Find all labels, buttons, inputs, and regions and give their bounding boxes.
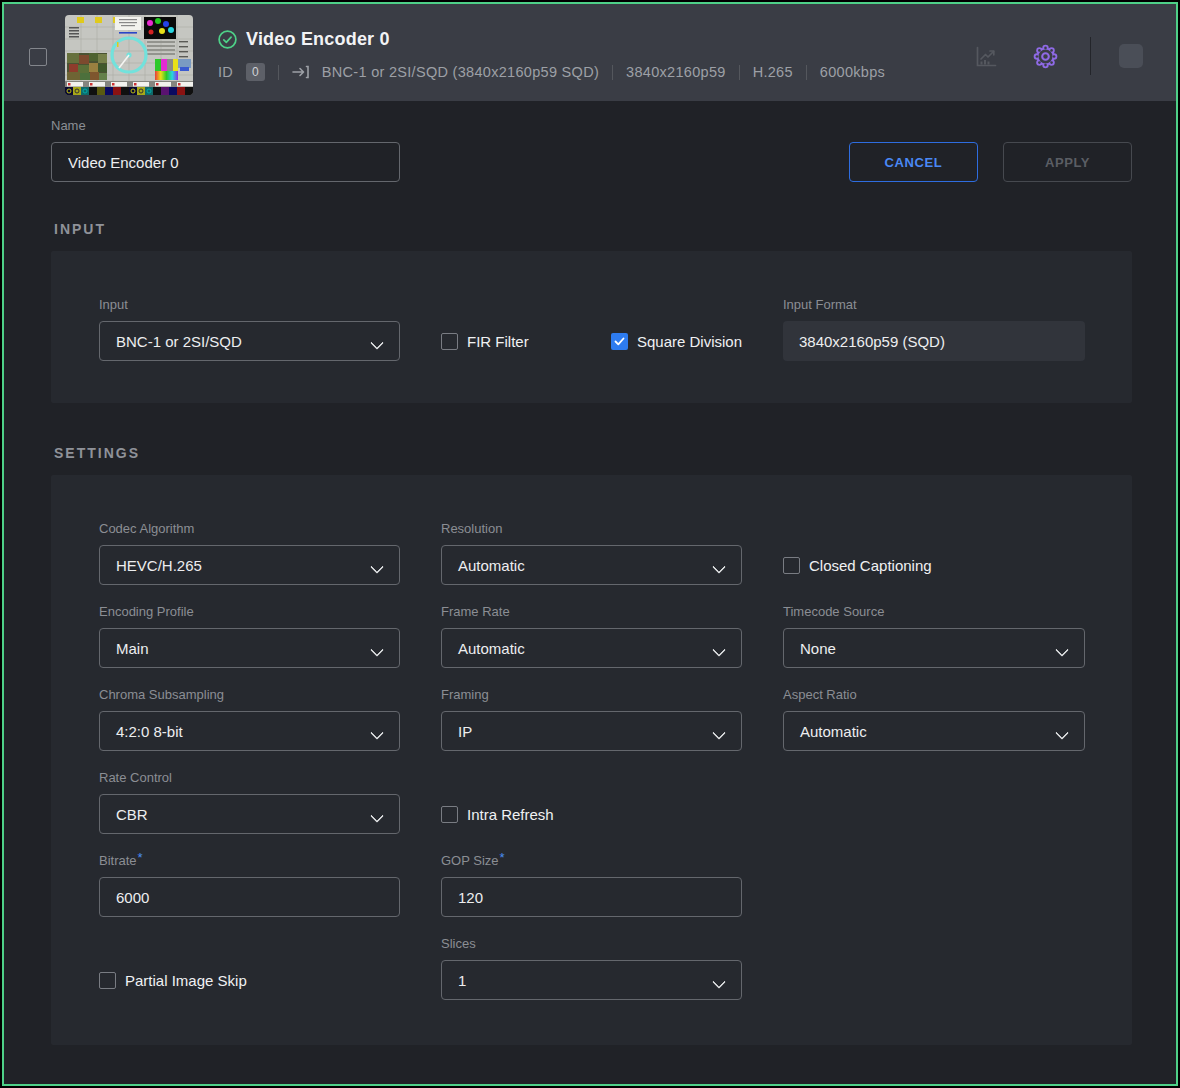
encoder-title: Video Encoder 0 (246, 29, 390, 50)
frame-rate-select[interactable]: Automatic (441, 628, 742, 668)
select-encoder-checkbox[interactable] (29, 48, 47, 66)
chevron-down-icon (713, 727, 725, 737)
encoder-card: Video Encoder 0 ID 0 BNC-1 or 2SI/SQD (3… (2, 2, 1178, 1086)
header-divider (1090, 37, 1091, 75)
id-label: ID (218, 64, 233, 80)
input-arrow-icon (292, 65, 309, 79)
preview-thumbnail (65, 15, 193, 95)
separator (278, 65, 279, 80)
meta-resolution: 3840x2160p59 (626, 64, 726, 80)
partial-image-skip-checkbox[interactable] (99, 972, 116, 989)
partial-image-skip-checkbox-row[interactable]: Partial Image Skip (99, 960, 400, 1000)
required-asterisk: * (138, 850, 143, 865)
separator (739, 65, 740, 80)
input-section-heading: INPUT (54, 221, 1129, 237)
framing-label: Framing (441, 688, 742, 702)
chroma-subsampling-select[interactable]: 4:2:0 8-bit (99, 711, 400, 751)
settings-gear-icon[interactable] (1032, 43, 1059, 70)
cancel-button[interactable]: CANCEL (849, 142, 978, 182)
separator (806, 65, 807, 80)
bitrate-input[interactable] (99, 877, 400, 917)
input-label: Input (99, 298, 400, 312)
fir-filter-checkbox[interactable] (441, 333, 458, 350)
chevron-down-icon (371, 727, 383, 737)
closed-captioning-checkbox[interactable] (783, 557, 800, 574)
settings-section-heading: SETTINGS (54, 445, 1129, 461)
intra-refresh-checkbox-row[interactable]: Intra Refresh (441, 794, 742, 834)
drag-handle[interactable] (1119, 44, 1143, 68)
input-select[interactable]: BNC-1 or 2SI/SQD (99, 321, 400, 361)
chevron-down-icon (371, 337, 383, 347)
meta-codec: H.265 (753, 64, 793, 80)
chevron-down-icon (713, 644, 725, 654)
fir-filter-checkbox-row[interactable]: FIR Filter (441, 321, 529, 361)
intra-refresh-checkbox[interactable] (441, 806, 458, 823)
input-description: BNC-1 or 2SI/SQD (3840x2160p59 SQD) (322, 64, 599, 80)
gop-size-input[interactable] (441, 877, 742, 917)
gop-size-label: GOP Size* (441, 854, 742, 868)
codec-algorithm-select[interactable]: HEVC/H.265 (99, 545, 400, 585)
resolution-label: Resolution (441, 522, 742, 536)
codec-algorithm-label: Codec Algorithm (99, 522, 400, 536)
chevron-down-icon (1056, 727, 1068, 737)
name-input[interactable] (51, 142, 400, 182)
settings-panel: Codec Algorithm HEVC/H.265 Resolution Au… (51, 475, 1132, 1045)
required-asterisk: * (500, 850, 505, 865)
header-bar: Video Encoder 0 ID 0 BNC-1 or 2SI/SQD (3… (4, 4, 1176, 101)
chevron-down-icon (371, 561, 383, 571)
status-ok-icon (218, 30, 237, 49)
separator (612, 65, 613, 80)
slices-label: Slices (441, 937, 742, 951)
resolution-select[interactable]: Automatic (441, 545, 742, 585)
encoding-profile-label: Encoding Profile (99, 605, 400, 619)
chroma-subsampling-label: Chroma Subsampling (99, 688, 400, 702)
bitrate-label: Bitrate* (99, 854, 400, 868)
aspect-ratio-select[interactable]: Automatic (783, 711, 1085, 751)
encoding-profile-select[interactable]: Main (99, 628, 400, 668)
timecode-source-label: Timecode Source (783, 605, 1085, 619)
chevron-down-icon (371, 810, 383, 820)
rate-control-select[interactable]: CBR (99, 794, 400, 834)
name-label: Name (51, 119, 400, 133)
stats-chart-icon[interactable] (974, 44, 999, 69)
chevron-down-icon (713, 976, 725, 986)
rate-control-label: Rate Control (99, 771, 400, 785)
name-field-group: Name (51, 119, 400, 182)
aspect-ratio-label: Aspect Ratio (783, 688, 1085, 702)
square-division-checkbox-row[interactable]: Square Division (611, 321, 742, 361)
slices-select[interactable]: 1 (441, 960, 742, 1000)
encoder-meta: ID 0 BNC-1 or 2SI/SQD (3840x2160p59 SQD)… (218, 63, 885, 81)
input-format-label: Input Format (783, 298, 1085, 312)
meta-bitrate: 6000kbps (820, 64, 885, 80)
input-panel: Input BNC-1 or 2SI/SQD FIR Filter Square… (51, 251, 1132, 403)
input-format-value: 3840x2160p59 (SQD) (783, 321, 1085, 361)
frame-rate-label: Frame Rate (441, 605, 742, 619)
id-badge: 0 (246, 63, 265, 81)
square-division-checkbox[interactable] (611, 333, 628, 350)
apply-button[interactable]: APPLY (1003, 142, 1132, 182)
chevron-down-icon (713, 561, 725, 571)
chevron-down-icon (1056, 644, 1068, 654)
closed-captioning-checkbox-row[interactable]: Closed Captioning (783, 545, 1085, 585)
timecode-source-select[interactable]: None (783, 628, 1085, 668)
chevron-down-icon (371, 644, 383, 654)
framing-select[interactable]: IP (441, 711, 742, 751)
